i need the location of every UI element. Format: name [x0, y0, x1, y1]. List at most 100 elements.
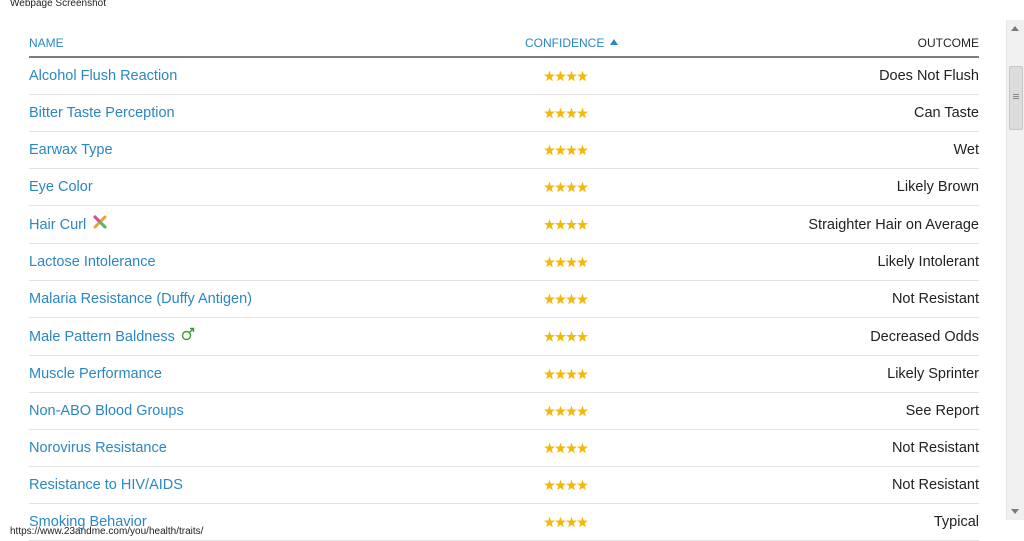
confidence-stars — [544, 144, 588, 156]
trait-name-cell: Lactose Intolerance — [29, 254, 525, 270]
traits-table: NAME CONFIDENCE OUTCOME Alcohol Flush Re… — [29, 30, 979, 541]
trait-link[interactable]: Malaria Resistance (Duffy Antigen) — [29, 291, 252, 307]
star-icon — [555, 405, 566, 417]
confidence-stars — [544, 256, 588, 268]
trait-link[interactable]: Non-ABO Blood Groups — [29, 403, 184, 419]
confidence-stars — [544, 479, 588, 491]
confidence-cell — [525, 256, 635, 268]
star-icon — [577, 331, 588, 342]
star-icon — [555, 107, 566, 119]
trait-link[interactable]: Muscle Performance — [29, 366, 162, 382]
star-icon — [577, 70, 588, 82]
scroll-up-icon[interactable] — [1011, 26, 1019, 31]
outcome-cell: Likely Intolerant — [877, 254, 979, 270]
column-header-outcome[interactable]: OUTCOME — [635, 36, 979, 50]
trait-name-cell: Earwax Type — [29, 142, 525, 158]
star-icon — [577, 256, 588, 268]
star-icon — [555, 144, 566, 156]
star-icon — [566, 331, 577, 342]
trait-name-cell: Resistance to HIV/AIDS — [29, 477, 525, 493]
outcome-cell: Likely Brown — [896, 179, 979, 195]
table-row: Alcohol Flush Reaction Does Not Flush — [29, 58, 979, 95]
trait-name-cell: Hair Curl — [29, 215, 525, 233]
outcome-cell: Not Resistant — [891, 291, 979, 307]
confidence-cell — [525, 219, 635, 230]
star-icon — [544, 219, 555, 230]
star-icon — [544, 516, 555, 528]
star-icon — [566, 70, 577, 82]
trait-name-cell: Male Pattern Baldness — [29, 327, 525, 345]
trait-name-cell: Bitter Taste Perception — [29, 105, 525, 121]
trait-link[interactable]: Eye Color — [29, 179, 93, 195]
outcome-cell: Not Resistant — [891, 440, 979, 456]
table-row: Malaria Resistance (Duffy Antigen) Not Re… — [29, 281, 979, 318]
trait-link[interactable]: Hair Curl — [29, 217, 86, 233]
sort-ascending-icon — [610, 39, 619, 45]
star-icon — [577, 181, 588, 193]
star-icon — [555, 70, 566, 82]
trait-name-cell: Eye Color — [29, 179, 525, 195]
star-icon — [555, 219, 566, 230]
confidence-stars — [544, 442, 588, 454]
star-icon — [577, 107, 588, 119]
scrollbar-thumb[interactable] — [1009, 66, 1023, 130]
star-icon — [577, 442, 588, 454]
vertical-scrollbar[interactable] — [1006, 20, 1024, 520]
confidence-stars — [544, 516, 588, 528]
column-header-confidence[interactable]: CONFIDENCE — [525, 36, 635, 50]
trait-name-cell: Alcohol Flush Reaction — [29, 68, 525, 84]
table-row: Resistance to HIV/AIDS Not Resistant — [29, 467, 979, 504]
trait-link[interactable]: Resistance to HIV/AIDS — [29, 477, 183, 493]
table-row: Hair Curl Straighter Hair on Average — [29, 206, 979, 244]
table-row: Male Pattern Baldness Decreased Odds — [29, 318, 979, 356]
trait-link[interactable]: Earwax Type — [29, 142, 113, 158]
star-icon — [577, 516, 588, 528]
outcome-cell: Does Not Flush — [879, 68, 979, 84]
star-icon — [566, 256, 577, 268]
confidence-cell — [525, 442, 635, 454]
confidence-cell — [525, 331, 635, 342]
star-icon — [577, 219, 588, 230]
outcome-cell: Not Resistant — [891, 477, 979, 493]
ancestry-cross-icon — [93, 215, 107, 228]
trait-link[interactable]: Alcohol Flush Reaction — [29, 68, 177, 84]
confidence-stars — [544, 107, 588, 119]
star-icon — [566, 219, 577, 230]
star-icon — [577, 479, 588, 491]
star-icon — [555, 368, 566, 380]
trait-link[interactable]: Lactose Intolerance — [29, 254, 156, 270]
confidence-cell — [525, 479, 635, 491]
star-icon — [544, 256, 555, 268]
star-icon — [566, 479, 577, 491]
star-icon — [555, 256, 566, 268]
star-icon — [544, 405, 555, 417]
trait-link[interactable]: Norovirus Resistance — [29, 440, 167, 456]
confidence-stars — [544, 293, 588, 305]
column-header-name[interactable]: NAME — [29, 36, 525, 50]
star-icon — [544, 331, 555, 342]
star-icon — [555, 181, 566, 193]
star-icon — [566, 107, 577, 119]
star-icon — [566, 144, 577, 156]
trait-link[interactable]: Male Pattern Baldness — [29, 329, 175, 345]
star-icon — [577, 293, 588, 305]
confidence-cell — [525, 293, 635, 305]
star-icon — [544, 107, 555, 119]
status-bar-url: https://www.23andme.com/you/health/trait… — [10, 526, 204, 537]
star-icon — [577, 405, 588, 417]
scroll-down-icon[interactable] — [1011, 509, 1019, 514]
outcome-cell: Decreased Odds — [870, 328, 979, 345]
confidence-cell — [525, 70, 635, 82]
table-body: Alcohol Flush Reaction Does Not Flush Bitt… — [29, 58, 979, 541]
star-icon — [566, 368, 577, 380]
star-icon — [544, 442, 555, 454]
confidence-cell — [525, 181, 635, 193]
star-icon — [544, 293, 555, 305]
trait-link[interactable]: Bitter Taste Perception — [29, 105, 175, 121]
table-row: Lactose Intolerance Likely Intolerant — [29, 244, 979, 281]
confidence-cell — [525, 405, 635, 417]
star-icon — [555, 442, 566, 454]
star-icon — [555, 479, 566, 491]
confidence-cell — [525, 368, 635, 380]
confidence-stars — [544, 368, 588, 380]
